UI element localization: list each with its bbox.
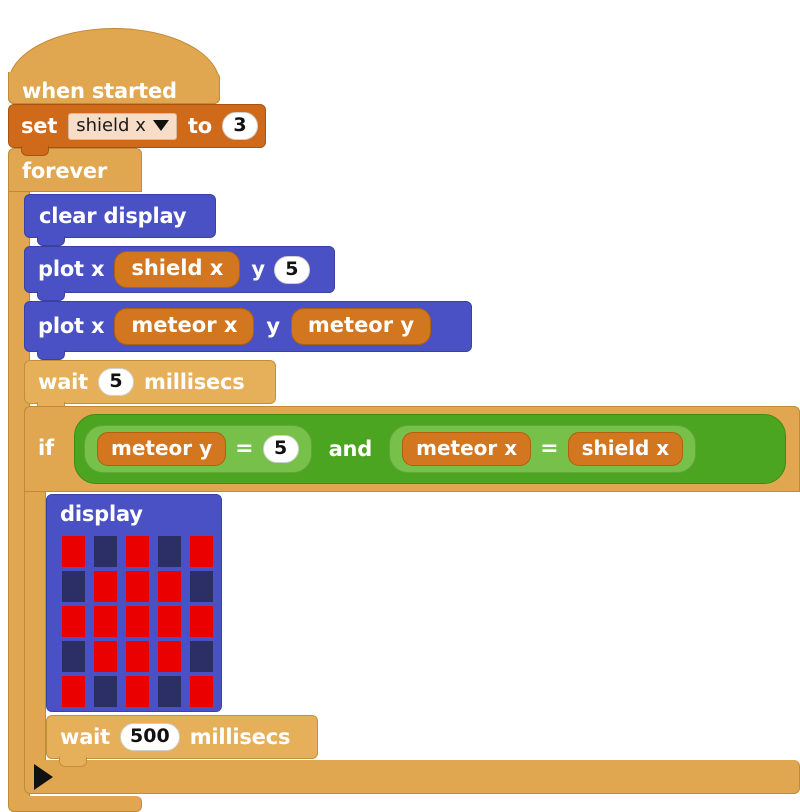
plot-1-x-reporter[interactable]: shield x [114, 251, 241, 288]
equals-sign-2: = [540, 436, 559, 461]
plot-block-2[interactable]: plot x meteor x y meteor y [24, 301, 472, 360]
equals-operator-block-2[interactable]: meteor x = shield x [389, 425, 697, 473]
plot-1-y-input[interactable]: 5 [273, 255, 310, 284]
equals-operator-block-1[interactable]: meteor y = 5 [84, 425, 312, 473]
plot-1-keyword-label: plot x [38, 257, 105, 281]
led-cell-1-3[interactable] [158, 571, 181, 602]
led-cell-4-1[interactable] [94, 676, 117, 707]
wait-1-unit-label: millisecs [144, 369, 245, 394]
set-to-label: to [187, 113, 212, 138]
and-operator-block[interactable]: meteor y = 5 and meteor x = shield x [74, 414, 786, 484]
led-cell-3-3[interactable] [158, 641, 181, 672]
wait-1-value-input[interactable]: 5 [98, 368, 135, 396]
led-cell-3-0[interactable] [62, 641, 85, 672]
plot-2-keyword-label: plot x [38, 314, 105, 338]
display-block[interactable]: display [46, 494, 222, 712]
plot-1-notch [37, 291, 65, 301]
wait-1-keyword-label: wait [38, 369, 89, 394]
led-cell-0-3[interactable] [158, 536, 181, 567]
wait-2-value-input[interactable]: 500 [120, 723, 180, 751]
plot-2-x-reporter[interactable]: meteor x [114, 308, 255, 345]
led-cell-1-1[interactable] [94, 571, 117, 602]
led-cell-4-4[interactable] [190, 676, 213, 707]
shield-x-reporter[interactable]: shield x [567, 432, 684, 466]
led-cell-0-2[interactable] [126, 536, 149, 567]
led-cell-2-2[interactable] [126, 606, 149, 637]
plot-2-y-reporter[interactable]: meteor y [290, 308, 432, 345]
block-editor-canvas: forever when started set shield x to 3 c… [0, 0, 800, 812]
led-cell-4-2[interactable] [126, 676, 149, 707]
if-keyword-label: if [38, 436, 54, 460]
led-cell-1-2[interactable] [126, 571, 149, 602]
led-cell-4-3[interactable] [158, 676, 181, 707]
set-variable-block[interactable]: set shield x to 3 [8, 104, 266, 156]
led-cell-2-1[interactable] [94, 606, 117, 637]
and-operator-label: and [328, 436, 373, 461]
led-cell-3-2[interactable] [126, 641, 149, 672]
led-cell-0-4[interactable] [190, 536, 213, 567]
equals-sign-1: = [235, 436, 254, 461]
clear-display-block[interactable]: clear display [24, 194, 216, 246]
wait-2-unit-label: millisecs [189, 724, 291, 749]
led-cell-2-3[interactable] [158, 606, 181, 637]
led-cell-0-0[interactable] [62, 536, 85, 567]
variable-dropdown[interactable]: shield x [68, 112, 177, 140]
wait-2-notch [59, 757, 87, 767]
if-block-footer [24, 760, 800, 794]
meteor-x-reporter[interactable]: meteor x [402, 432, 532, 466]
plot-2-y-label: y [266, 314, 280, 338]
forever-block-footer [8, 796, 142, 812]
plot-block-1[interactable]: plot x shield x y 5 [24, 246, 335, 301]
set-value-input[interactable]: 3 [221, 112, 258, 140]
display-label: display [60, 502, 143, 526]
led-cell-0-1[interactable] [94, 536, 117, 567]
if-block-arm [24, 492, 46, 760]
play-triangle-icon[interactable] [34, 764, 53, 790]
led-cell-2-0[interactable] [62, 606, 85, 637]
wait-block-1[interactable]: wait 5 millisecs [24, 360, 276, 412]
wait-2-keyword-label: wait [60, 724, 111, 749]
plot-2-notch [37, 350, 65, 360]
forever-label: forever [22, 159, 108, 183]
meteor-y-reporter[interactable]: meteor y [97, 432, 227, 466]
led-cell-1-0[interactable] [62, 571, 85, 602]
led-cell-2-4[interactable] [190, 606, 213, 637]
led-cell-3-1[interactable] [94, 641, 117, 672]
equals-1-value-input[interactable]: 5 [262, 435, 299, 463]
set-keyword-label: set [21, 113, 58, 138]
plot-1-y-label: y [251, 257, 265, 281]
when-started-block[interactable]: when started [8, 28, 220, 104]
set-block-notch [21, 146, 49, 156]
chevron-down-icon [152, 120, 169, 131]
clear-display-label: clear display [39, 203, 187, 228]
variable-dropdown-value: shield x [76, 114, 146, 136]
wait-block-2[interactable]: wait 500 millisecs [46, 715, 318, 767]
led-matrix[interactable] [62, 536, 213, 707]
when-started-label: when started [22, 79, 177, 103]
led-cell-1-4[interactable] [190, 571, 213, 602]
clear-display-notch [37, 236, 65, 246]
led-cell-4-0[interactable] [62, 676, 85, 707]
led-cell-3-4[interactable] [190, 641, 213, 672]
